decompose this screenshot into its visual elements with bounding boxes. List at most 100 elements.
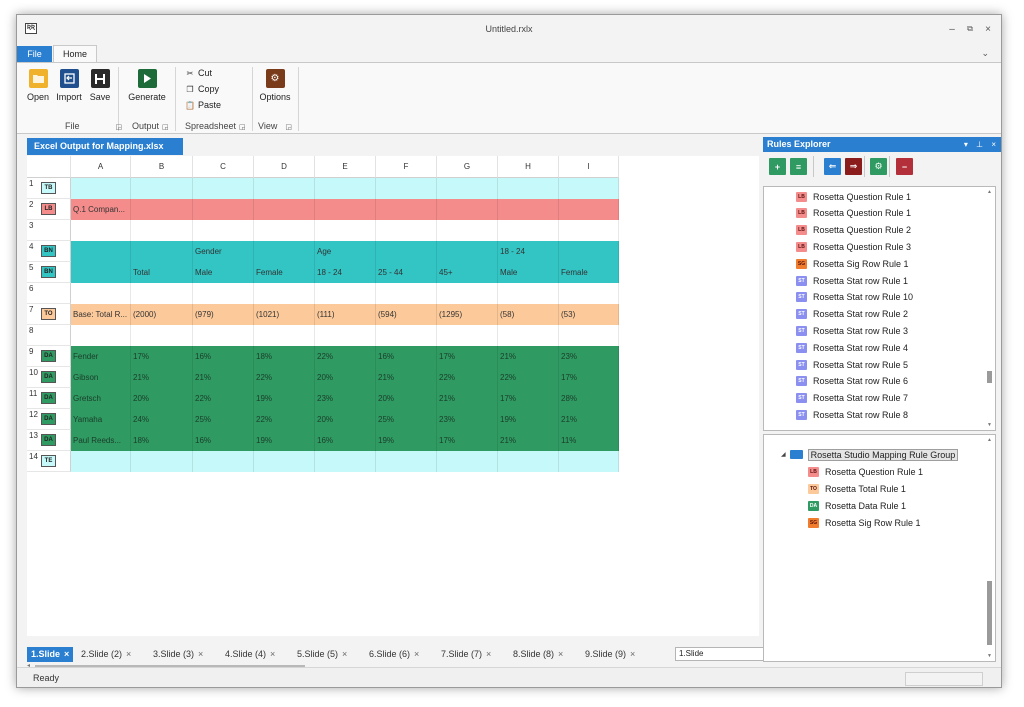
close-tab-icon[interactable]: × xyxy=(198,649,203,659)
scroll-up-icon[interactable]: ▲ xyxy=(987,189,992,195)
scroll-down-icon[interactable]: ▼ xyxy=(987,653,992,659)
grid-cell[interactable]: (979) xyxy=(193,304,254,325)
grid-cell[interactable] xyxy=(71,241,131,262)
grid-cell[interactable]: 25 - 44 xyxy=(376,262,437,283)
grid-cell[interactable]: (2000) xyxy=(131,304,193,325)
grid-cell[interactable]: (594) xyxy=(376,304,437,325)
rule-group-child[interactable]: LB Rosetta Question Rule 1 xyxy=(808,464,923,479)
grid-cell[interactable] xyxy=(71,451,131,472)
grid-cell[interactable]: 17% xyxy=(559,367,619,388)
sheet-tab[interactable]: 5.Slide (5) × xyxy=(297,647,347,662)
import-rules-icon[interactable]: ⇐ xyxy=(824,158,841,175)
scroll-up-icon[interactable]: ▲ xyxy=(987,437,992,443)
rule-list-item[interactable]: ST Rosetta Stat row Rule 8 xyxy=(796,407,908,422)
row-type-badge[interactable]: BN xyxy=(41,266,56,278)
grid-cell[interactable]: 19% xyxy=(498,409,559,430)
grid-cell[interactable] xyxy=(376,178,437,199)
grid-cell[interactable] xyxy=(71,178,131,199)
grid-cell[interactable] xyxy=(254,241,315,262)
grid-cell[interactable]: 17% xyxy=(437,346,498,367)
row-header[interactable]: 11 DA xyxy=(27,388,71,409)
grid-cell[interactable]: Male xyxy=(193,262,254,283)
grid-cell[interactable]: Age xyxy=(315,241,376,262)
grid-cell[interactable]: (53) xyxy=(559,304,619,325)
rule-list-item[interactable]: LB Rosetta Question Rule 1 xyxy=(796,189,911,204)
column-header[interactable]: B xyxy=(131,156,193,178)
close-tab-icon[interactable]: × xyxy=(414,649,419,659)
row-header[interactable]: 2 LB xyxy=(27,199,71,220)
rule-list-item[interactable]: ST Rosetta Stat row Rule 1 xyxy=(796,273,908,288)
remove-rule-icon[interactable]: − xyxy=(896,158,913,175)
grid-cell[interactable]: (1021) xyxy=(254,304,315,325)
grid-cell[interactable]: 21% xyxy=(193,367,254,388)
grid-cell[interactable] xyxy=(376,241,437,262)
grid-cell[interactable]: 19% xyxy=(254,388,315,409)
scrollbar-thumb[interactable] xyxy=(987,581,992,645)
grid-cell[interactable]: 18% xyxy=(254,346,315,367)
sheet-tab[interactable]: 1.Slide × xyxy=(27,647,74,662)
grid-cell[interactable]: 16% xyxy=(315,430,376,451)
scrollbar-thumb[interactable] xyxy=(987,371,992,383)
close-tab-icon[interactable]: × xyxy=(126,649,131,659)
grid-cell[interactable] xyxy=(498,283,559,304)
rule-group-child[interactable]: TO Rosetta Total Rule 1 xyxy=(808,481,906,496)
spreadsheet-grid[interactable]: A B C D E F G H I 1 TB Q.1 Compan... 2 LB 3 Gender Age 18… xyxy=(27,156,759,636)
grid-cell[interactable]: 20% xyxy=(131,388,193,409)
grid-cell[interactable] xyxy=(559,283,619,304)
close-tab-icon[interactable]: × xyxy=(270,649,275,659)
grid-cell[interactable] xyxy=(376,325,437,346)
rule-list-item[interactable]: ST Rosetta Stat row Rule 5 xyxy=(796,357,908,372)
grid-cell[interactable]: 11% xyxy=(559,430,619,451)
grid-cell[interactable] xyxy=(376,283,437,304)
dialog-launcher-icon[interactable]: ◲ xyxy=(239,124,246,131)
rule-list-item[interactable]: LB Rosetta Question Rule 3 xyxy=(796,239,911,254)
grid-cell[interactable] xyxy=(498,451,559,472)
grid-cell[interactable]: 21% xyxy=(498,346,559,367)
grid-cell[interactable] xyxy=(376,451,437,472)
grid-cell[interactable] xyxy=(437,241,498,262)
grid-cell[interactable]: 17% xyxy=(498,388,559,409)
row-type-badge[interactable]: DA xyxy=(41,350,56,362)
generate-button[interactable]: Generate xyxy=(124,69,170,102)
grid-cell[interactable] xyxy=(131,241,193,262)
rule-group-node[interactable]: ◢ Rosetta Studio Mapping Rule Group xyxy=(781,447,959,462)
grid-cell[interactable] xyxy=(193,325,254,346)
grid-cell[interactable]: 25% xyxy=(193,409,254,430)
grid-cell[interactable] xyxy=(559,220,619,241)
collapse-ribbon-icon[interactable]: ⌄ xyxy=(981,48,989,59)
save-button[interactable]: Save xyxy=(85,69,115,102)
grid-cell[interactable] xyxy=(254,199,315,220)
row-header[interactable]: 4 BN xyxy=(27,241,71,262)
row-type-badge[interactable]: DA xyxy=(41,413,56,425)
grid-cell[interactable] xyxy=(254,451,315,472)
grid-cell[interactable]: 24% xyxy=(131,409,193,430)
grid-cell[interactable]: 25% xyxy=(376,409,437,430)
grid-cell[interactable] xyxy=(559,199,619,220)
grid-cell[interactable] xyxy=(315,178,376,199)
copy-button[interactable]: ❐ Copy xyxy=(185,83,219,95)
rules-list[interactable]: LB Rosetta Question Rule 1 LB Rosetta Quest… xyxy=(763,186,985,431)
grid-cell[interactable]: 18 - 24 xyxy=(315,262,376,283)
grid-cell[interactable] xyxy=(131,283,193,304)
grid-cell[interactable] xyxy=(193,451,254,472)
grid-cell[interactable] xyxy=(498,199,559,220)
close-tab-icon[interactable]: × xyxy=(558,649,563,659)
column-header[interactable]: G xyxy=(437,156,498,178)
grid-cell[interactable]: Female xyxy=(559,262,619,283)
rule-list-item[interactable]: LB Rosetta Question Rule 1 xyxy=(796,206,911,221)
grid-cell[interactable] xyxy=(498,178,559,199)
dialog-launcher-icon[interactable]: ◲ xyxy=(162,124,169,131)
rule-list-item[interactable]: ST Rosetta Stat row Rule 6 xyxy=(796,374,908,389)
grid-cell[interactable]: Paul Reeds... xyxy=(71,430,131,451)
row-type-badge[interactable]: TE xyxy=(41,455,56,467)
grid-cell[interactable]: 22% xyxy=(437,367,498,388)
rules-list-scrollbar[interactable]: ▲ ▼ xyxy=(984,186,996,431)
grid-cell[interactable]: 18% xyxy=(131,430,193,451)
grid-cell[interactable]: 19% xyxy=(254,430,315,451)
cut-button[interactable]: ✂ Cut xyxy=(185,67,212,79)
options-button[interactable]: ⚙ Options xyxy=(255,69,295,102)
grid-cell[interactable] xyxy=(254,220,315,241)
grid-cell[interactable]: (58) xyxy=(498,304,559,325)
row-header[interactable]: 7 TO xyxy=(27,304,71,325)
grid-cell[interactable] xyxy=(254,283,315,304)
